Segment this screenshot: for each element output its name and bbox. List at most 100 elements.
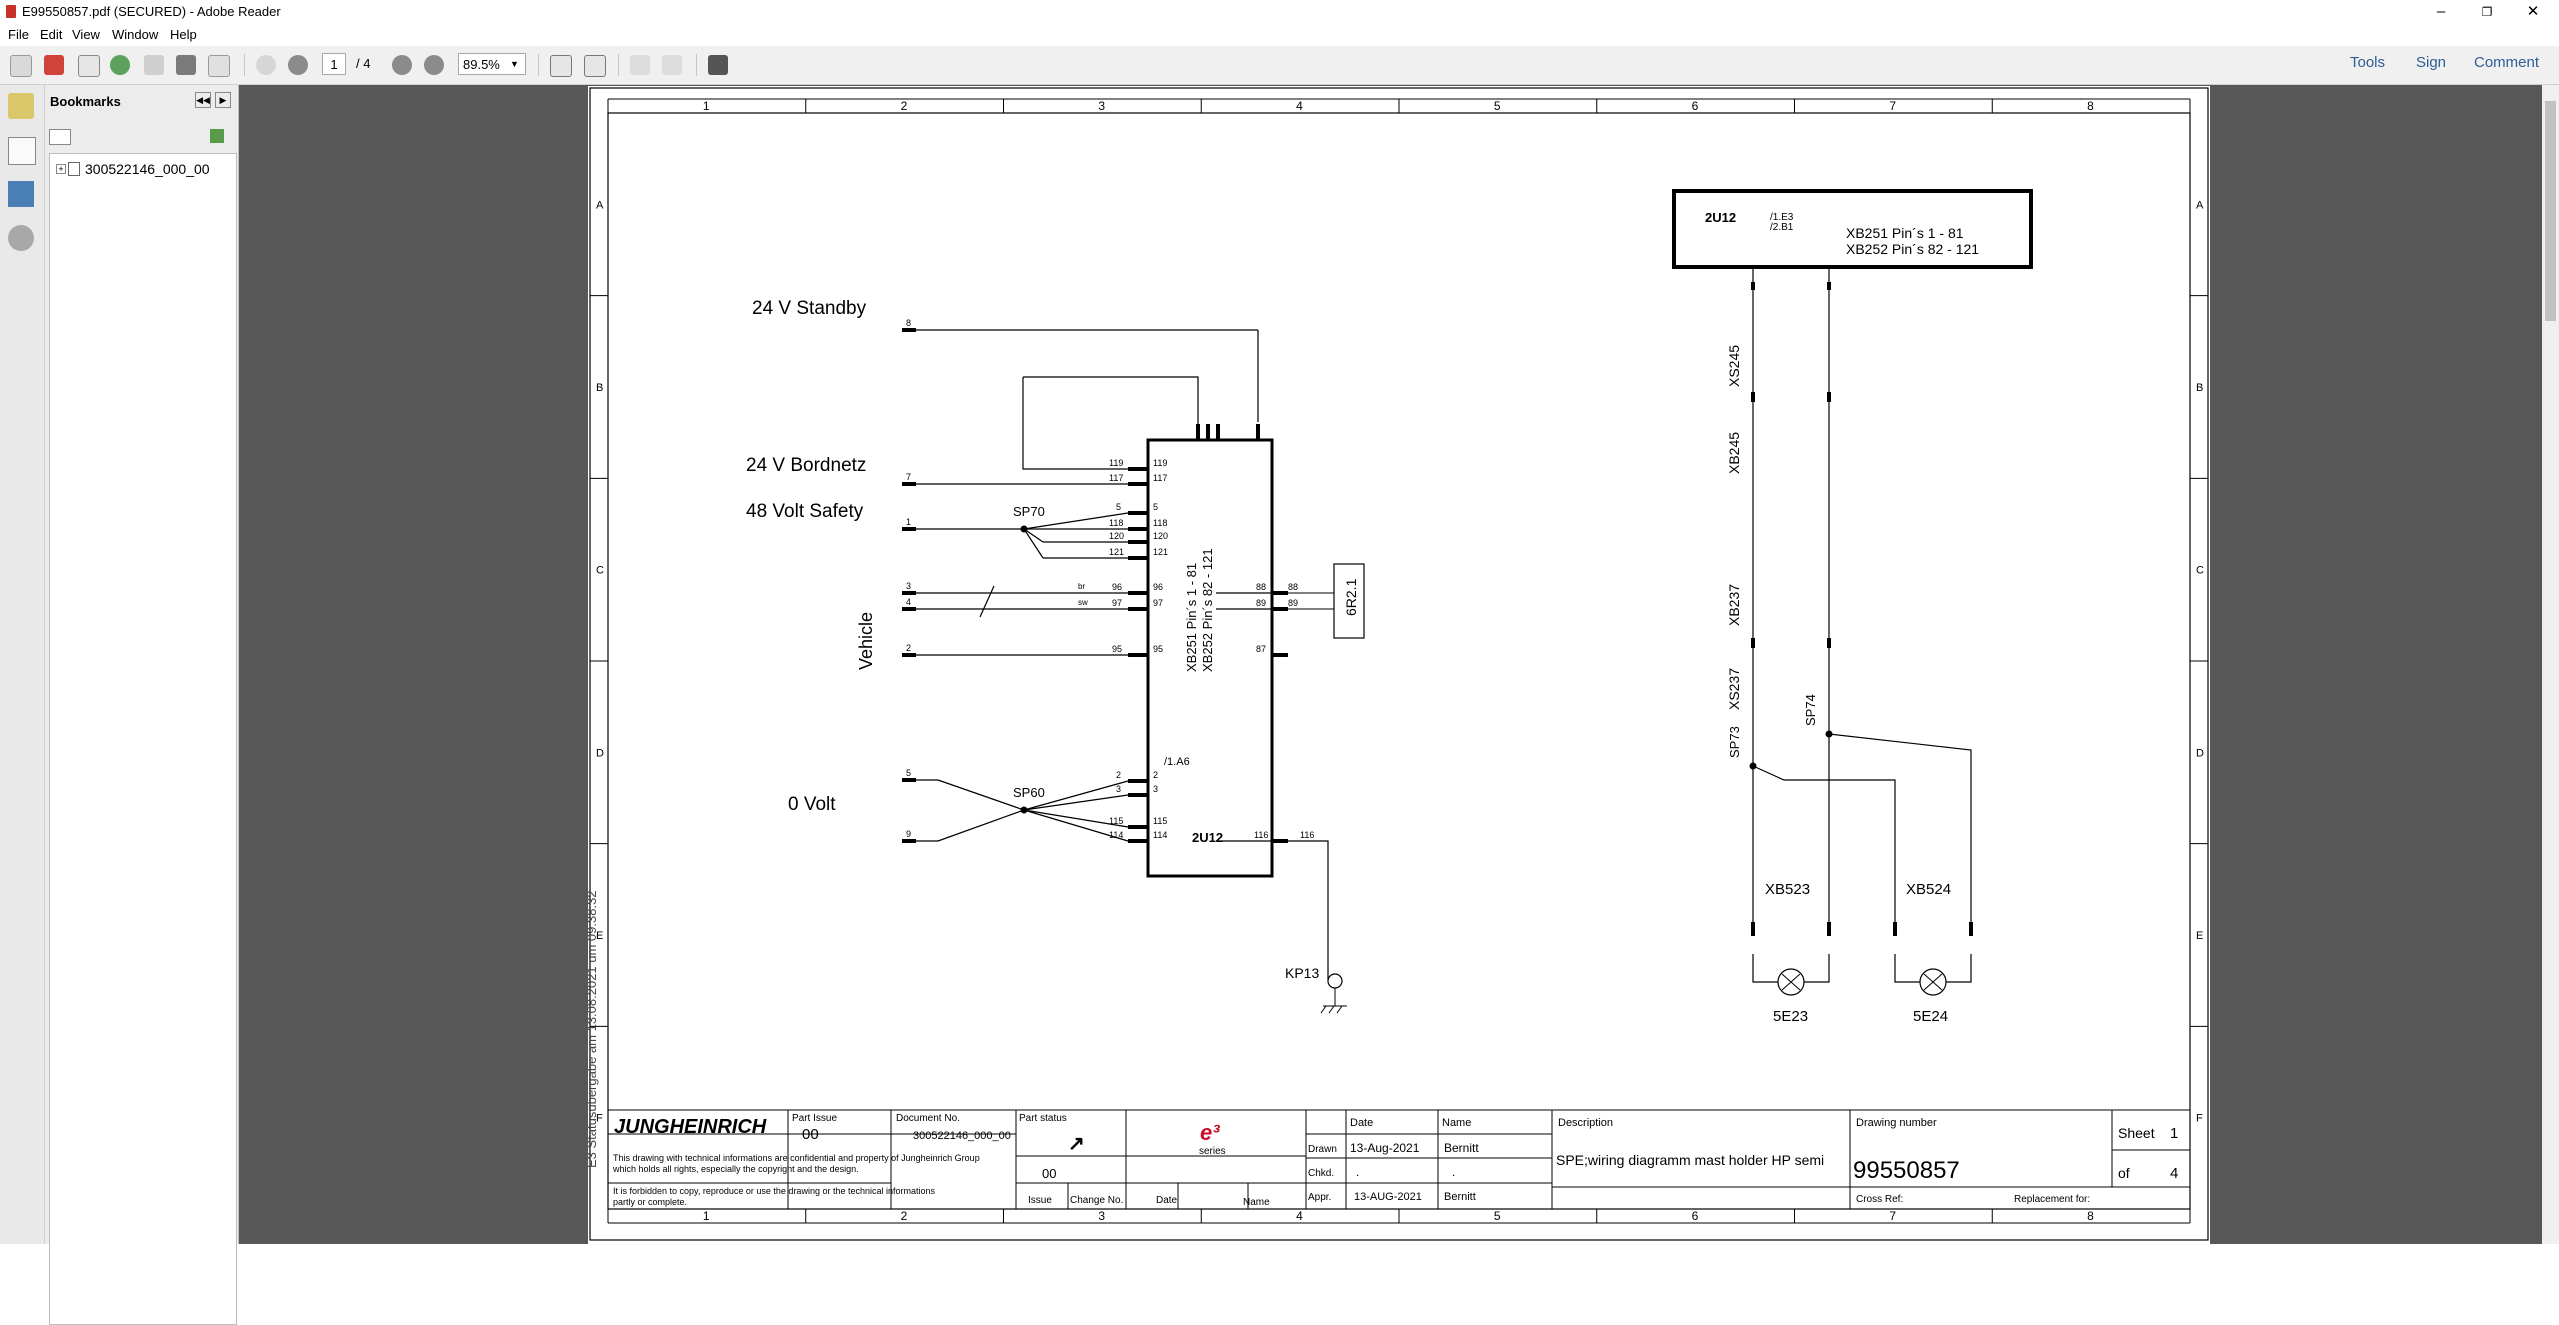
row-label-left: D bbox=[596, 747, 604, 759]
lock-icon[interactable] bbox=[8, 93, 34, 119]
rotate-left-icon[interactable] bbox=[630, 55, 650, 75]
edit-icon[interactable] bbox=[78, 55, 100, 77]
svg-text:87: 87 bbox=[1256, 644, 1266, 654]
fit-page-icon[interactable] bbox=[550, 55, 572, 77]
bookmarks-list: + 300522146_000_00 bbox=[49, 153, 237, 1325]
zoom-in-icon[interactable] bbox=[424, 55, 444, 75]
fit-width-icon[interactable] bbox=[584, 55, 606, 77]
column-label-top: 1 bbox=[703, 99, 710, 113]
row-label-left: A bbox=[596, 199, 604, 211]
label-kp13: KP13 bbox=[1285, 965, 1319, 981]
read-mode-icon[interactable] bbox=[708, 55, 728, 75]
row-label-right: C bbox=[2196, 565, 2204, 577]
bookmark-page-icon bbox=[68, 162, 80, 176]
svg-text:116: 116 bbox=[1300, 830, 1314, 840]
wire-color-br: br bbox=[1078, 582, 1085, 591]
expand-panel-icon[interactable]: ▶ bbox=[215, 92, 231, 108]
svg-text:119: 119 bbox=[1153, 458, 1167, 468]
label-sp73: SP73 bbox=[1727, 726, 1742, 758]
minimize-button[interactable]: – bbox=[2418, 0, 2464, 24]
label-48v-safety: 48 Volt Safety bbox=[746, 501, 864, 522]
description-value: SPE;wiring diagramm mast holder HP semi bbox=[1556, 1152, 1824, 1168]
svg-text:121: 121 bbox=[1153, 547, 1168, 557]
page-number-input[interactable]: 1 bbox=[322, 53, 346, 75]
zoom-out-icon[interactable] bbox=[392, 55, 412, 75]
svg-text:5: 5 bbox=[1153, 502, 1158, 512]
menu-file[interactable]: File bbox=[8, 27, 29, 42]
close-button[interactable]: ✕ bbox=[2510, 0, 2556, 24]
restore-button[interactable]: ❐ bbox=[2464, 0, 2510, 24]
appr-date: 13-AUG-2021 bbox=[1354, 1191, 1422, 1203]
next-page-icon[interactable] bbox=[288, 55, 308, 75]
menu-edit[interactable]: Edit bbox=[40, 27, 62, 42]
cloud-icon[interactable] bbox=[110, 55, 130, 75]
drawn-date: 13-Aug-2021 bbox=[1350, 1141, 1420, 1155]
svg-text:89: 89 bbox=[1256, 598, 1266, 608]
scrollbar-thumb[interactable] bbox=[2545, 101, 2556, 321]
bookmarks-icon[interactable] bbox=[8, 181, 34, 207]
svg-text:89: 89 bbox=[1288, 598, 1298, 608]
zoom-dropdown-icon[interactable]: ▼ bbox=[510, 59, 519, 69]
row-label-right: E bbox=[2196, 930, 2203, 942]
appr-label: Appr. bbox=[1308, 1192, 1331, 1203]
date-column-label: Date bbox=[1156, 1195, 1178, 1206]
part-status-mark: ↗ bbox=[1068, 1133, 1085, 1155]
part-issue-value: 00 bbox=[802, 1126, 819, 1143]
svg-text:97: 97 bbox=[1153, 598, 1163, 608]
svg-text:97: 97 bbox=[1112, 598, 1122, 608]
collapse-panel-icon[interactable]: ◀◀ bbox=[195, 92, 211, 108]
save-icon[interactable] bbox=[144, 55, 164, 75]
email-icon[interactable] bbox=[208, 55, 230, 77]
svg-text:118: 118 bbox=[1109, 518, 1123, 528]
svg-text:114: 114 bbox=[1153, 830, 1167, 840]
new-bookmark-icon[interactable] bbox=[210, 129, 224, 143]
confidential-line-3: It is forbidden to copy, reproduce or us… bbox=[613, 1186, 936, 1196]
wire-color-sw: sw bbox=[1078, 598, 1088, 607]
rotate-right-icon[interactable] bbox=[662, 55, 682, 75]
create-pdf-icon[interactable] bbox=[10, 55, 32, 77]
bookmarks-panel: Bookmarks ◀◀ ▶ + 300522146_000_00 bbox=[45, 85, 239, 1325]
e3-series: series bbox=[1199, 1146, 1226, 1157]
export-pdf-icon[interactable] bbox=[44, 55, 64, 75]
bookmark-item[interactable]: 300522146_000_00 bbox=[85, 161, 210, 177]
box-xb252: XB252 Pin´s 82 - 121 bbox=[1846, 241, 1979, 257]
print-icon[interactable] bbox=[176, 55, 196, 75]
svg-text:2: 2 bbox=[1153, 770, 1158, 780]
svg-text:3: 3 bbox=[906, 581, 911, 591]
row-label-left: C bbox=[596, 565, 604, 577]
svg-text:95: 95 bbox=[1112, 644, 1122, 654]
column-label-top: 5 bbox=[1494, 99, 1501, 113]
drawn-name: Bernitt bbox=[1444, 1141, 1479, 1155]
menu-help[interactable]: Help bbox=[170, 27, 197, 42]
label-sp70: SP70 bbox=[1013, 504, 1045, 519]
replacement-label: Replacement for: bbox=[2014, 1194, 2090, 1205]
svg-text:120: 120 bbox=[1109, 531, 1124, 541]
label-sp74: SP74 bbox=[1803, 694, 1818, 726]
sheet-label: Sheet bbox=[2118, 1125, 2155, 1141]
expand-icon[interactable]: + bbox=[56, 164, 66, 174]
column-label-top: 2 bbox=[901, 99, 908, 113]
options-menu-icon[interactable] bbox=[49, 129, 71, 145]
name-label: Name bbox=[1442, 1117, 1471, 1129]
confidential-line-2: which holds all rights, especially the c… bbox=[612, 1164, 859, 1174]
menu-window[interactable]: Window bbox=[112, 27, 158, 42]
attachments-icon[interactable] bbox=[8, 225, 34, 251]
column-label-top: 8 bbox=[2087, 99, 2094, 113]
window-title: E99550857.pdf (SECURED) - Adobe Reader bbox=[22, 4, 281, 19]
issue-label: Issue bbox=[1028, 1195, 1052, 1206]
row-label-right: D bbox=[2196, 747, 2204, 759]
svg-text:1: 1 bbox=[906, 517, 911, 527]
tools-button[interactable]: Tools bbox=[2350, 54, 2385, 71]
pages-icon[interactable] bbox=[8, 137, 36, 165]
column-label-bottom: 3 bbox=[1098, 1209, 1105, 1223]
column-label-bottom: 2 bbox=[901, 1209, 908, 1223]
menu-view[interactable]: View bbox=[72, 27, 100, 42]
prev-page-icon[interactable] bbox=[256, 55, 276, 75]
ecu-xb251-label: XB251 Pin´s 1 - 81 bbox=[1184, 563, 1199, 672]
ecu-xb252-label: XB252 Pin´s 82 - 121 bbox=[1200, 548, 1215, 672]
column-label-bottom: 8 bbox=[2087, 1209, 2094, 1223]
chkd-name: . bbox=[1452, 1165, 1455, 1179]
wiring-diagram: 1122334455667788 A AB BC CD DE EF F E3 Statusü… bbox=[584, 87, 2209, 1241]
comment-button[interactable]: Comment bbox=[2474, 54, 2539, 71]
sign-button[interactable]: Sign bbox=[2416, 54, 2446, 71]
